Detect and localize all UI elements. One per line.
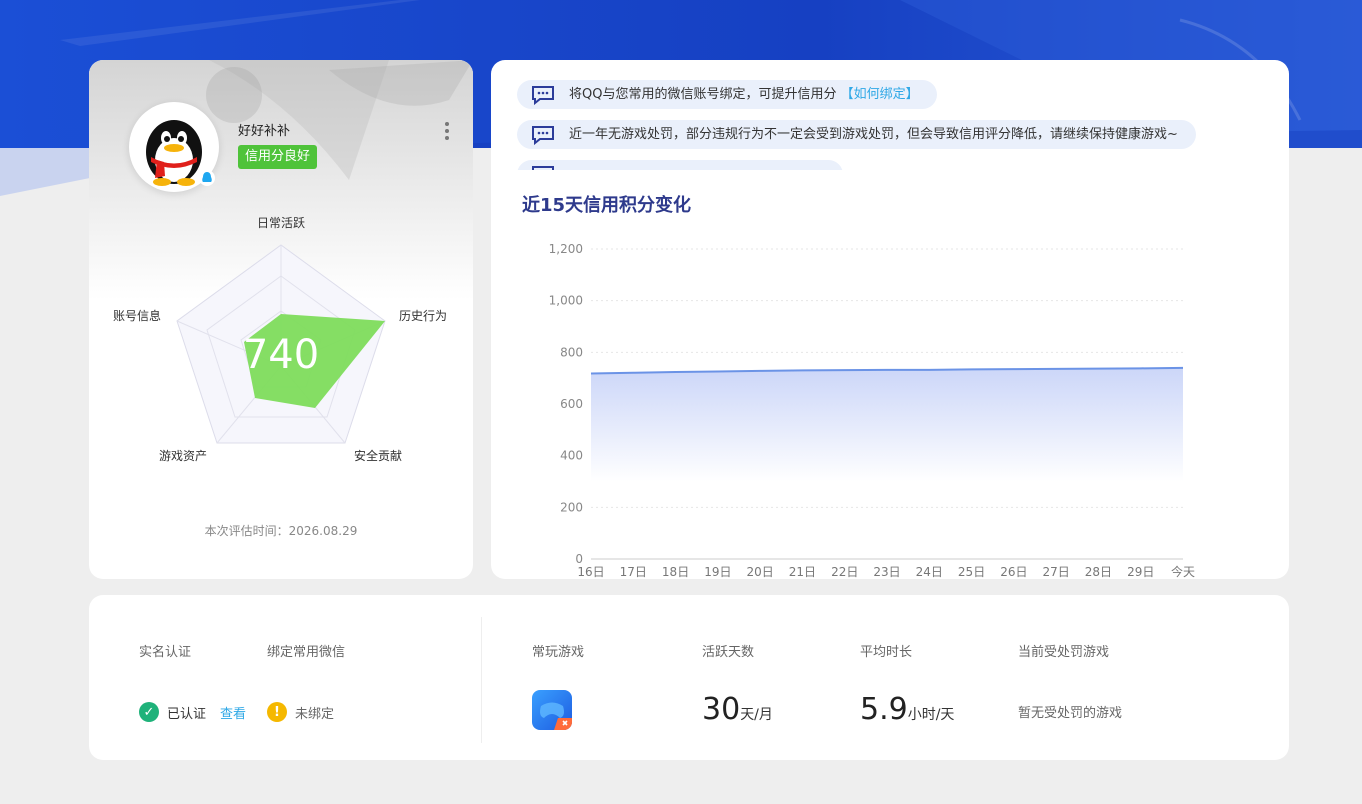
x-tick-label: 28日: [1085, 565, 1112, 579]
notice-text: 近一年无游戏处罚，部分违规行为不一定会受到游戏处罚，但会导致信用评分降低，请继续…: [569, 127, 1178, 142]
x-tick-label: 25日: [958, 565, 985, 579]
wechat-label: 绑定常用微信: [267, 645, 346, 660]
chat-bubble-icon: [532, 126, 554, 145]
radar-label-security: 安全贡献: [354, 449, 403, 463]
realname-status: ✓ 已认证 查看: [139, 702, 246, 722]
warning-icon: !: [267, 702, 287, 722]
notice-bind-wechat: 将QQ与您常用的微信账号绑定，可提升信用分 【如何绑定】: [517, 80, 937, 109]
x-tick-label: 19日: [704, 565, 731, 579]
realname-label: 实名认证: [139, 645, 192, 660]
x-tick-label: 18日: [662, 565, 689, 579]
radar-label-history: 历史行为: [399, 309, 448, 323]
y-tick-label: 400: [560, 449, 583, 463]
radar-label-account: 账号信息: [113, 309, 162, 323]
x-tick-label: 21日: [789, 565, 816, 579]
active-days-number: 30: [702, 692, 741, 727]
game-icon[interactable]: [532, 690, 572, 730]
credit-profile-card: 好好补补 信用分良好 740 日常活跃 历史行为 安全贡献 游戏资产 账号信息 …: [89, 60, 473, 579]
credit-level-badge: 信用分良好: [238, 145, 318, 169]
credit-radar-chart: 740: [176, 244, 386, 444]
penalty-games-label: 当前受处罚游戏: [1018, 645, 1110, 660]
y-tick-label: 0: [575, 552, 583, 566]
x-tick-label: 26日: [1000, 565, 1027, 579]
wechat-status: ! 未绑定: [267, 702, 334, 722]
x-tick-label: 23日: [873, 565, 900, 579]
y-tick-label: 1,200: [549, 242, 583, 256]
more-options-icon[interactable]: [441, 122, 453, 142]
x-tick-label: 24日: [916, 565, 943, 579]
x-tick-label: 29日: [1127, 565, 1154, 579]
qq-badge-icon: [199, 170, 215, 186]
series-area: [591, 367, 1183, 482]
x-tick-label: 16日: [577, 565, 604, 579]
wechat-status-text: 未绑定: [295, 706, 335, 722]
check-circle-icon: ✓: [139, 702, 159, 722]
evaluation-time: 本次评估时间：2026.08.29: [204, 524, 358, 538]
credit-trend-card: 将QQ与您常用的微信账号绑定，可提升信用分 【如何绑定】 近一年无游戏处罚，部分…: [491, 60, 1289, 579]
active-days-unit: 天/月: [740, 707, 773, 723]
avg-time-unit: 小时/天: [907, 707, 955, 723]
view-realname-link[interactable]: 查看: [220, 703, 246, 722]
notice-partial: [517, 160, 843, 170]
account-stats-card: 实名认证 绑定常用微信 ✓ 已认证 查看 ! 未绑定 常玩游戏 活跃天数 平均时…: [89, 595, 1289, 760]
chart-title: 近15天信用积分变化: [522, 195, 692, 216]
avg-time-label: 平均时长: [860, 645, 913, 660]
radar-label-daily: 日常活跃: [257, 216, 306, 230]
y-tick-label: 1,000: [549, 294, 583, 308]
notice-list: 将QQ与您常用的微信账号绑定，可提升信用分 【如何绑定】 近一年无游戏处罚，部分…: [491, 60, 1289, 170]
radar-label-assets: 游戏资产: [159, 449, 208, 463]
credit-trend-chart: 0 200 400 600 800 1,000 1,200 16日 17日 18日 19日 20日 2…: [549, 242, 1195, 579]
notice-text: 将QQ与您常用的微信账号绑定，可提升信用分: [569, 87, 837, 102]
active-days-label: 活跃天数: [702, 645, 755, 660]
how-to-bind-link[interactable]: 【如何绑定】: [841, 87, 919, 102]
divider: [481, 617, 482, 743]
active-days-value: 30天/月: [702, 692, 773, 727]
x-tick-label: 22日: [831, 565, 858, 579]
username: 好好补补: [238, 124, 291, 139]
penalty-games-value: 暂无受处罚的游戏: [1018, 706, 1123, 721]
avg-time-value: 5.9小时/天: [860, 692, 954, 727]
chat-bubble-icon: [532, 166, 554, 170]
x-tick-label: 20日: [747, 565, 774, 579]
y-tick-label: 800: [560, 345, 583, 359]
x-tick-label: 27日: [1043, 565, 1070, 579]
x-tick-label: 今天: [1171, 564, 1195, 579]
y-tick-label: 200: [560, 500, 583, 514]
y-tick-label: 600: [560, 397, 583, 411]
credit-score-value: 740: [243, 332, 319, 378]
realname-status-text: 已认证: [167, 706, 207, 722]
frequent-games-label: 常玩游戏: [532, 645, 585, 660]
chat-bubble-icon: [532, 86, 554, 105]
x-tick-label: 17日: [620, 565, 647, 579]
notice-no-penalty: 近一年无游戏处罚，部分违规行为不一定会受到游戏处罚，但会导致信用评分降低，请继续…: [517, 120, 1196, 149]
avg-time-number: 5.9: [860, 692, 908, 727]
